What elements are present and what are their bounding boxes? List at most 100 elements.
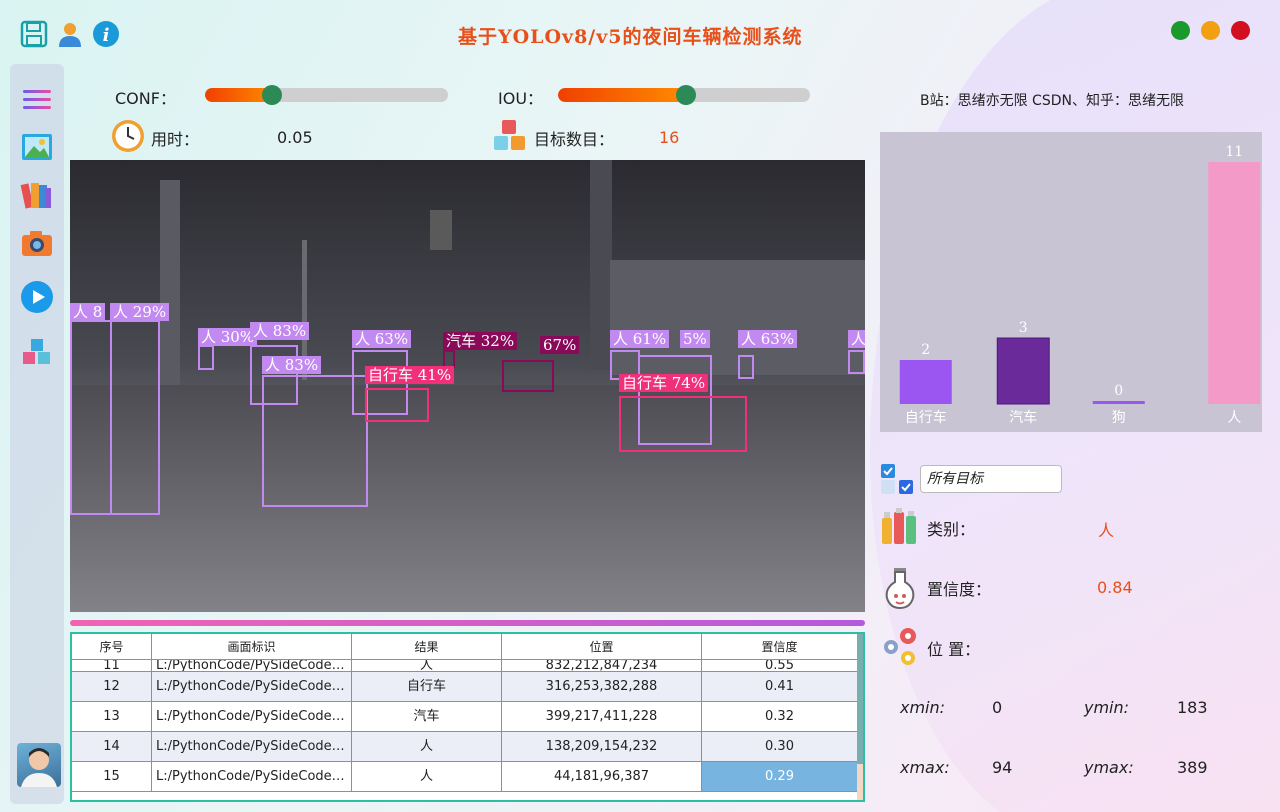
bbox-label: 人 63% (352, 330, 412, 348)
gears-icon (882, 626, 922, 666)
play-icon[interactable] (20, 280, 54, 314)
column-header[interactable]: 画面标识 (152, 634, 352, 659)
table-row[interactable]: 14 L:/PythonCode/PySideCode/... 人 138,20… (72, 732, 858, 762)
ymin-value: 183 (1177, 698, 1208, 717)
table-cell: 13 (72, 702, 152, 731)
menu-icon[interactable] (20, 82, 54, 116)
detection-image: 人 8 人 29% 人 30% 人 83% 人 83% 人 63% 汽车 32%… (70, 160, 865, 612)
sidebar (10, 64, 64, 804)
count-value: 16 (659, 128, 680, 147)
table-scrollbar[interactable] (857, 634, 863, 800)
bbox-bicycle (619, 396, 747, 452)
bbox-person (738, 355, 754, 379)
table-cell: 44,181,96,387 (502, 762, 702, 791)
iou-slider-handle[interactable] (676, 85, 696, 105)
chart-category-label: 人 (1227, 410, 1241, 426)
table-row[interactable]: 15 L:/PythonCode/PySideCode/... 人 44,181… (72, 762, 858, 792)
xmax-value: 94 (992, 758, 1013, 777)
bar-chart-svg: 2 自行车 3 汽车 0 狗 11 人 (899, 144, 1261, 426)
bbox-label: 人 63% (738, 330, 798, 348)
table-cell: L:/PythonCode/PySideCode/... (152, 732, 352, 761)
table-cell: 316,253,382,288 (502, 672, 702, 701)
table-row[interactable]: 11 L:/PythonCode/PySideCode/... 人 832,21… (72, 660, 858, 672)
confidence-label: 置信度： (927, 580, 992, 599)
save-icon[interactable] (20, 20, 48, 48)
conf-label: CONF： (115, 89, 176, 108)
chart-category-label: 汽车 (1009, 409, 1037, 426)
table-cell: 0.41 (702, 672, 858, 701)
conf-slider-handle[interactable] (262, 85, 282, 105)
user-icon[interactable] (56, 20, 84, 48)
table-row[interactable]: 13 L:/PythonCode/PySideCode/... 汽车 399,2… (72, 702, 858, 732)
time-value: 0.05 (277, 128, 313, 147)
iou-label: IOU： (498, 89, 544, 108)
column-header[interactable]: 位置 (502, 634, 702, 659)
traffic-light (430, 210, 452, 250)
table-cell: 汽车 (352, 702, 502, 731)
table-cell: L:/PythonCode/PySideCode/... (152, 702, 352, 731)
bbox-label: 汽车 32% (443, 332, 518, 350)
bbox-person (198, 345, 214, 370)
bbox-label: 人 29% (110, 303, 170, 321)
bbox-label: 自行车 74% (619, 374, 709, 392)
bbox-label: 自行车 41% (365, 366, 455, 384)
minimize-button[interactable] (1201, 21, 1220, 40)
avatar[interactable] (17, 743, 61, 787)
bbox-car (502, 360, 554, 392)
column-header[interactable]: 置信度 (702, 634, 858, 659)
bbox-label: 人 61% (610, 330, 670, 348)
xmin-value: 0 (992, 698, 1003, 717)
close-button[interactable] (1231, 21, 1250, 40)
table-cell-selected: 0.29 (702, 762, 858, 791)
table-cell: 0.30 (702, 732, 858, 761)
image-icon[interactable] (20, 130, 54, 164)
column-header[interactable]: 结果 (352, 634, 502, 659)
app-title: 基于YOLOv8/v5的夜间车辆检测系统 (458, 26, 803, 48)
bbox-label: 人 (848, 330, 865, 348)
ymax-label: ymax: (1084, 758, 1134, 777)
chart-value-label: 0 (1114, 383, 1123, 399)
table-cell: L:/PythonCode/PySideCode/... (152, 762, 352, 791)
confidence-value: 0.84 (1097, 578, 1133, 597)
progress-bar (70, 620, 865, 626)
table-cell: 832,212,847,234 (502, 660, 702, 671)
table-cell: 399,217,411,228 (502, 702, 702, 731)
table-cell: 12 (72, 672, 152, 701)
maximize-button[interactable] (1171, 21, 1190, 40)
chart-bar (899, 360, 952, 404)
table-body: 11 L:/PythonCode/PySideCode/... 人 832,21… (72, 660, 858, 792)
table-cell: 自行车 (352, 672, 502, 701)
table-row[interactable]: 12 L:/PythonCode/PySideCode/... 自行车 316,… (72, 672, 858, 702)
chart-category-label: 自行车 (905, 409, 947, 426)
ymax-value: 389 (1177, 758, 1208, 777)
bbox-bicycle (365, 388, 429, 422)
count-label: 目标数目： (534, 130, 615, 149)
position-label: 位 置： (927, 640, 981, 659)
cubes-icon[interactable] (20, 336, 54, 370)
chart-bar (996, 337, 1050, 405)
tree-trunk (590, 160, 612, 370)
folder-icon[interactable] (20, 178, 54, 212)
clock-icon (110, 118, 146, 154)
table-cell: L:/PythonCode/PySideCode/... (152, 660, 352, 671)
conf-slider[interactable] (205, 88, 448, 102)
xmax-label: xmax: (900, 758, 950, 777)
table-cell: L:/PythonCode/PySideCode/... (152, 672, 352, 701)
camera-icon[interactable] (20, 226, 54, 260)
bbox-label: 人 83% (250, 322, 310, 340)
table-cell: 0.32 (702, 702, 858, 731)
target-filter-select[interactable]: 所有目标 (920, 465, 1062, 493)
checkbox-icon[interactable] (880, 463, 916, 495)
chart-value-label: 11 (1225, 144, 1243, 160)
class-count-chart: 2 自行车 3 汽车 0 狗 11 人 (880, 132, 1262, 432)
scrollbar-thumb[interactable] (857, 634, 863, 764)
iou-slider-fill (558, 88, 684, 102)
class-value: 人 (1098, 521, 1115, 540)
table-cell: 人 (352, 732, 502, 761)
results-table[interactable]: 序号 画面标识 结果 位置 置信度 11 L:/PythonCode/PySid… (70, 632, 865, 802)
table-cell: 14 (72, 732, 152, 761)
info-icon[interactable]: i (92, 20, 120, 48)
column-header[interactable]: 序号 (72, 634, 152, 659)
chart-bar (1092, 401, 1145, 404)
table-cell: 人 (352, 762, 502, 791)
